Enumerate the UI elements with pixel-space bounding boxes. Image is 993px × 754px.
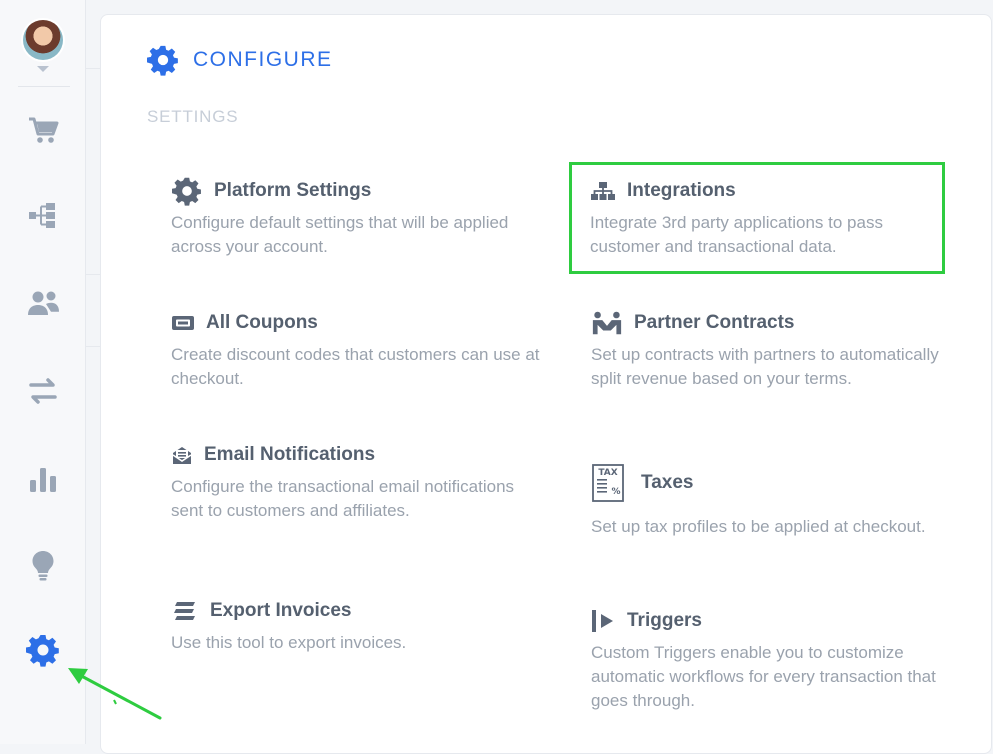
bar-chart-icon <box>30 468 56 492</box>
taxes-card[interactable]: TAX % Taxes Set up tax profiles to be ap… <box>591 463 961 539</box>
card-description: Create discount codes that customers can… <box>171 345 540 388</box>
svg-text:%: % <box>611 487 620 497</box>
annotation-arrow-icon <box>68 668 162 720</box>
shopping-cart-icon <box>29 117 59 143</box>
platform-settings-card[interactable]: Platform Settings Configure default sett… <box>171 175 541 259</box>
lightbulb-icon <box>32 551 54 581</box>
sidebar-item-transfers[interactable] <box>18 366 68 416</box>
sidebar <box>0 0 86 744</box>
sidebar-item-funnel[interactable] <box>18 190 68 240</box>
card-description: Set up contracts with partners to automa… <box>591 345 939 388</box>
configure-panel: CONFIGURE SETTINGS Platform Settings Con… <box>100 14 992 754</box>
tax-document-icon: TAX % <box>591 463 625 503</box>
layers-stack-icon <box>171 595 199 627</box>
ghost-divider <box>86 346 100 347</box>
integrations-card[interactable]: Integrations Integrate 3rd party applica… <box>569 162 945 274</box>
sidebar-item-ideas[interactable] <box>18 540 68 590</box>
card-description: Set up tax profiles to be applied at che… <box>591 517 926 536</box>
sitemap-icon <box>590 175 616 207</box>
gear-icon <box>26 635 59 667</box>
card-title: All Coupons <box>206 312 318 333</box>
sidebar-divider <box>18 86 70 87</box>
card-description: Integrate 3rd party applications to pass… <box>590 213 883 256</box>
sidebar-item-cart[interactable] <box>18 105 68 155</box>
ghost-divider <box>86 68 100 69</box>
all-coupons-card[interactable]: All Coupons Create discount codes that c… <box>171 307 541 391</box>
avatar[interactable] <box>23 20 63 60</box>
gear-icon <box>171 175 203 207</box>
card-title: Email Notifications <box>204 444 376 465</box>
ticket-icon <box>171 307 195 339</box>
chevron-down-icon[interactable] <box>37 66 49 72</box>
card-title: Export Invoices <box>210 600 352 621</box>
page-header: CONFIGURE <box>147 43 333 77</box>
card-title: Triggers <box>627 610 702 631</box>
users-icon <box>28 291 59 315</box>
tax-icon-label: TAX <box>598 468 617 478</box>
sidebar-item-users[interactable] <box>18 278 68 328</box>
export-invoices-card[interactable]: Export Invoices Use this tool to export … <box>171 595 541 655</box>
sitemap-flow-icon <box>29 203 55 228</box>
card-title: Taxes <box>641 472 694 493</box>
card-description: Use this tool to export invoices. <box>171 633 407 652</box>
card-title: Platform Settings <box>214 180 372 201</box>
card-title: Integrations <box>627 180 736 201</box>
sidebar-item-reports[interactable] <box>18 454 68 504</box>
card-description: Configure the transactional email notifi… <box>171 477 515 520</box>
background-panel-edge <box>86 0 100 744</box>
card-description: Custom Triggers enable you to customize … <box>591 643 936 710</box>
email-notifications-card[interactable]: Email Notifications Configure the transa… <box>171 439 541 523</box>
exchange-arrows-icon <box>29 378 57 404</box>
card-description: Configure default settings that will be … <box>171 213 509 256</box>
section-label: SETTINGS <box>147 107 239 126</box>
ghost-divider <box>86 274 100 275</box>
handshake-people-icon <box>591 307 623 339</box>
partner-contracts-card[interactable]: Partner Contracts Set up contracts with … <box>591 307 961 391</box>
triggers-card[interactable]: Triggers Custom Triggers enable you to c… <box>591 605 961 713</box>
envelope-open-icon <box>171 439 193 471</box>
play-bar-icon <box>591 605 617 637</box>
card-title: Partner Contracts <box>634 312 795 333</box>
page-title: CONFIGURE <box>193 48 333 71</box>
gear-icon <box>147 45 178 76</box>
